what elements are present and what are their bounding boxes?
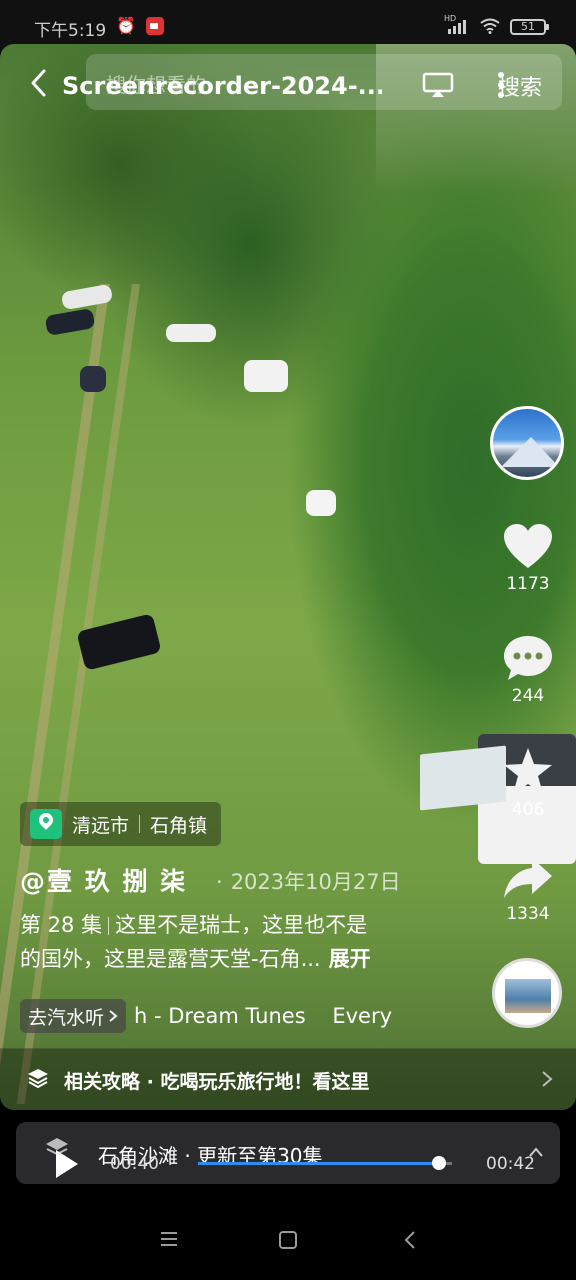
system-nav-bar bbox=[0, 1196, 576, 1280]
chevron-right-icon bbox=[542, 1071, 553, 1087]
share-count: 1334 bbox=[506, 904, 550, 924]
description-line2: 的国外，这里是露营天堂-石角... bbox=[20, 947, 321, 971]
description-line1: 这里不是瑞士，这里也不是 bbox=[115, 913, 368, 937]
video-car bbox=[166, 324, 216, 342]
comment-count: 244 bbox=[511, 686, 545, 706]
progress-knob[interactable] bbox=[432, 1156, 447, 1170]
alarm-icon: ⏰ bbox=[116, 16, 136, 35]
home-icon[interactable] bbox=[279, 1231, 297, 1249]
layers-icon bbox=[28, 1069, 48, 1089]
location-city: 清远市 bbox=[72, 814, 130, 837]
expand-button[interactable]: 展开 bbox=[329, 947, 371, 971]
location-town: 石角镇 bbox=[150, 814, 208, 837]
video-dirt-road bbox=[0, 284, 140, 1104]
video-car bbox=[44, 307, 96, 337]
wifi-icon bbox=[480, 18, 500, 34]
search-button[interactable]: 搜索 bbox=[498, 70, 542, 102]
back-nav-icon[interactable] bbox=[404, 1230, 416, 1250]
comment-button[interactable]: 244 bbox=[490, 634, 566, 706]
signal-icon bbox=[448, 18, 466, 34]
current-time: 00:40 bbox=[110, 1154, 159, 1174]
favorite-count: 406 bbox=[511, 800, 545, 820]
recent-apps-icon[interactable] bbox=[160, 1232, 178, 1246]
screen-record-icon bbox=[146, 17, 164, 35]
heart-icon bbox=[504, 524, 552, 568]
top-bar: 搜你想看的 Screenrecorder-2024-... 搜索 bbox=[0, 54, 576, 124]
back-icon[interactable] bbox=[26, 68, 54, 98]
episode-label: 第 28 集 bbox=[20, 913, 103, 937]
post-description: 第 28 集这里不是瑞士，这里也不是 的国外，这里是露营天堂-石角... 展开 bbox=[20, 908, 420, 976]
video-van bbox=[244, 360, 288, 392]
post-date: 2023年10月27日 bbox=[216, 866, 401, 896]
video-car bbox=[80, 366, 106, 392]
music-title: h - Dream Tunes Every bbox=[134, 1004, 393, 1028]
like-count: 1173 bbox=[506, 574, 550, 594]
video-car bbox=[306, 490, 336, 516]
music-row[interactable]: 去汽水听 h - Dream Tunes Every bbox=[20, 998, 392, 1034]
favorite-button[interactable]: 406 bbox=[490, 746, 566, 820]
open-music-label: 去汽水听 bbox=[28, 1006, 105, 1029]
status-time: 下午5:19 bbox=[34, 21, 107, 41]
share-button[interactable]: 1334 bbox=[490, 856, 566, 924]
location-pin-icon bbox=[30, 809, 62, 839]
progress-fill bbox=[198, 1162, 440, 1165]
star-icon bbox=[504, 748, 552, 794]
progress-track[interactable] bbox=[198, 1156, 452, 1170]
chevron-right-icon bbox=[109, 1010, 118, 1022]
related-guide-bar[interactable]: 相关攻略 · 吃喝玩乐旅行地！看这里 bbox=[0, 1048, 576, 1110]
music-disc[interactable] bbox=[492, 958, 562, 1028]
cast-icon[interactable] bbox=[422, 72, 454, 98]
description-divider bbox=[108, 917, 110, 935]
battery-icon: 51 bbox=[510, 19, 549, 35]
series-player-bar[interactable]: 石角沙滩 · 更新至第30集 00:40 00:42 bbox=[16, 1122, 560, 1184]
author-avatar[interactable] bbox=[490, 406, 564, 480]
play-icon[interactable] bbox=[56, 1150, 78, 1178]
like-button[interactable]: 1173 bbox=[490, 522, 566, 594]
location-chip[interactable]: 清远市 石角镇 bbox=[20, 802, 222, 846]
open-music-button[interactable]: 去汽水听 bbox=[20, 999, 127, 1033]
author-name[interactable]: @壹 玖 捌 柒 bbox=[20, 862, 187, 898]
related-guide-text: 相关攻略 · 吃喝玩乐旅行地！看这里 bbox=[64, 1071, 370, 1093]
chevron-up-icon[interactable] bbox=[528, 1146, 544, 1158]
share-icon bbox=[504, 858, 552, 898]
comment-icon bbox=[504, 636, 552, 680]
location-divider bbox=[139, 815, 141, 833]
video-title: Screenrecorder-2024-... bbox=[62, 72, 382, 100]
